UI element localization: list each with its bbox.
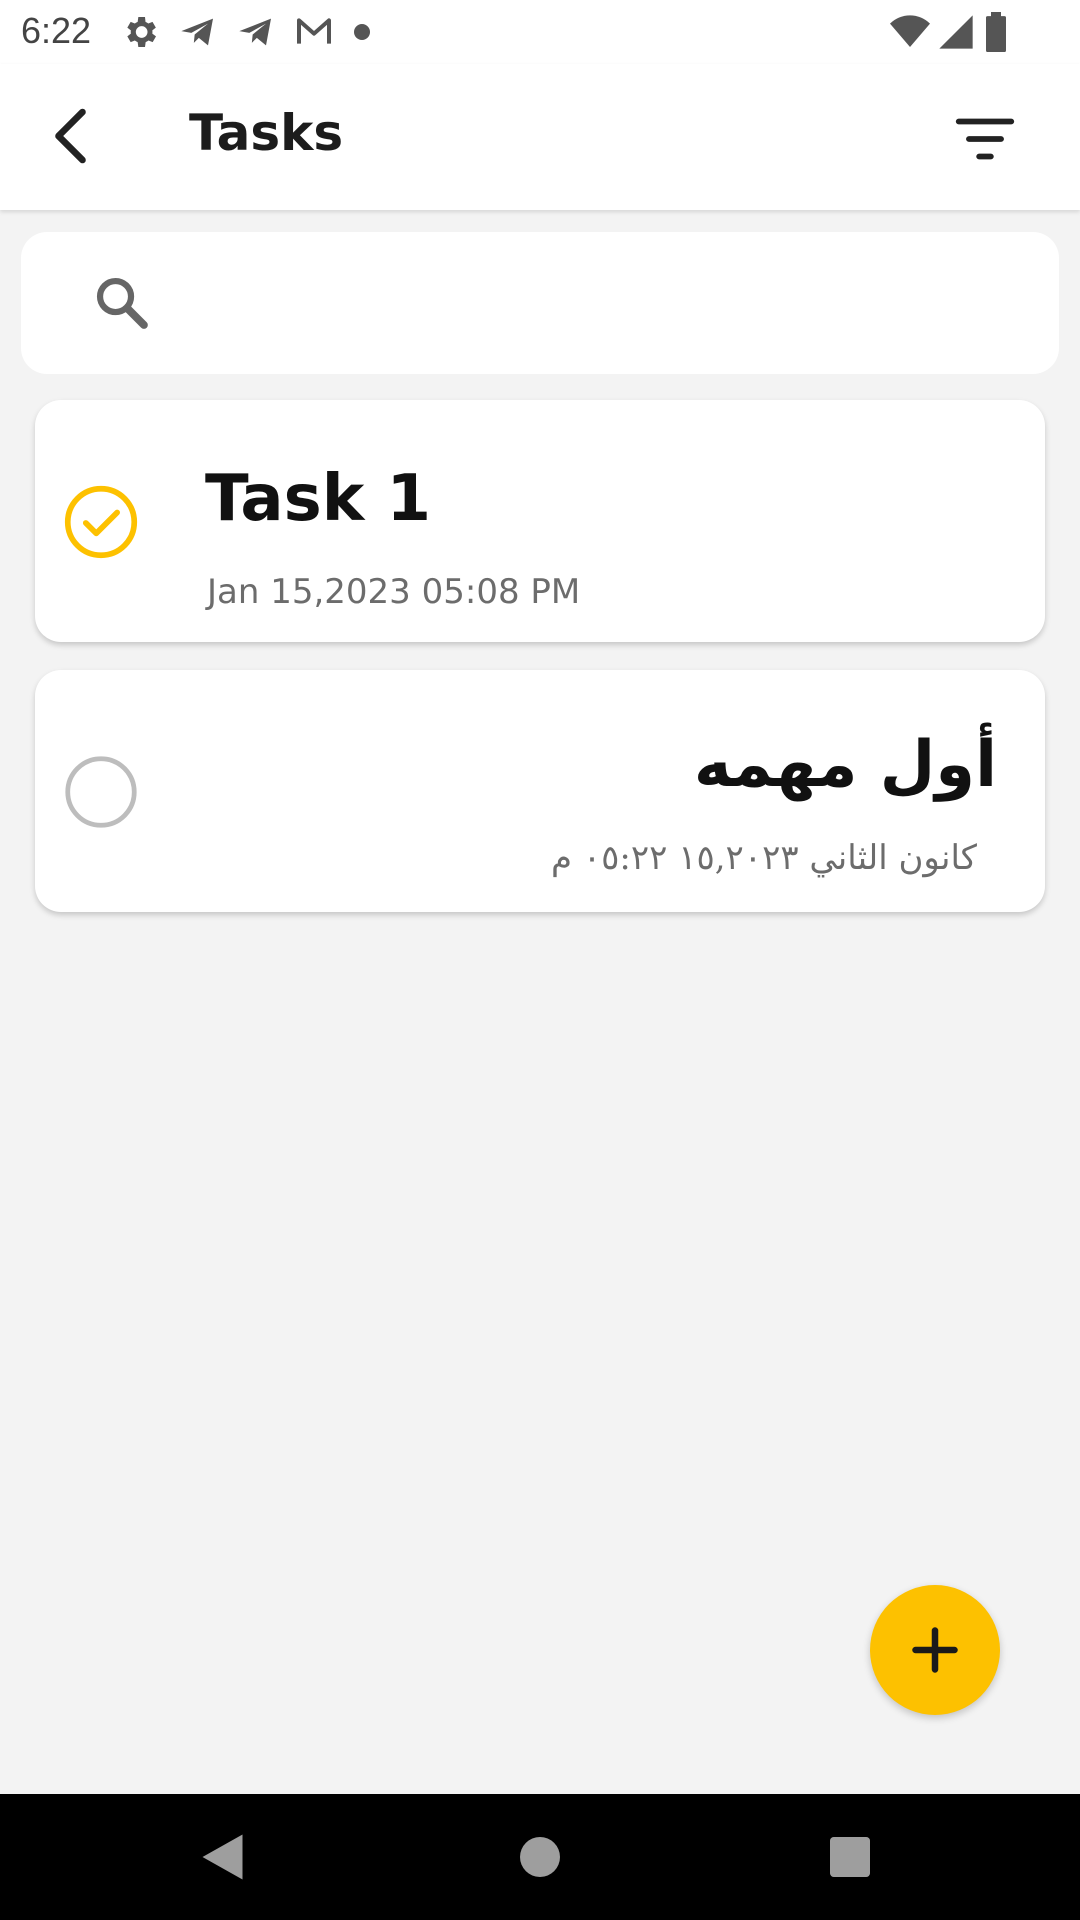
wifi-icon	[888, 12, 932, 52]
status-time: 6:22	[21, 10, 92, 51]
nav-home-button[interactable]	[510, 1827, 570, 1887]
system-nav-bar	[0, 1794, 1080, 1920]
search-input[interactable]	[181, 262, 1025, 346]
task-title: أول مهمه	[693, 728, 997, 802]
gmail-icon	[294, 12, 334, 52]
square-recents-icon	[830, 1837, 870, 1877]
task-checkbox-checked[interactable]	[63, 484, 139, 560]
search-icon	[91, 272, 153, 334]
task-card[interactable]: أول مهمه كانون الثاني ١٥,٢٠٢٣ ٠٥:٢٢ م	[35, 670, 1045, 912]
nav-back-button[interactable]	[195, 1827, 255, 1887]
chevron-left-icon	[55, 108, 86, 164]
task-date: كانون الثاني ١٥,٢٠٢٣ ٠٥:٢٢ م	[551, 838, 977, 878]
task-date: Jan 15,2023 05:08 PM	[207, 572, 581, 612]
check-circle-icon	[64, 485, 138, 559]
telegram-icon	[178, 12, 218, 52]
filter-icon	[955, 118, 1015, 160]
plus-icon	[912, 1627, 958, 1673]
search-bar[interactable]	[21, 232, 1059, 374]
status-bar: 6:22	[0, 0, 1080, 64]
telegram-icon	[236, 12, 276, 52]
cellular-icon	[936, 12, 976, 52]
dot-icon	[352, 22, 372, 42]
tasks-screen: 6:22 Tasks Task 1 Jan 15,2023 05:08 PM أ…	[0, 0, 1080, 1920]
triangle-back-icon	[202, 1834, 243, 1880]
page-title: Tasks	[189, 104, 344, 162]
task-card[interactable]: Task 1 Jan 15,2023 05:08 PM	[35, 400, 1045, 642]
add-task-button[interactable]	[870, 1585, 1000, 1715]
back-button[interactable]	[36, 100, 108, 172]
gear-icon	[120, 12, 160, 52]
filter-button[interactable]	[950, 104, 1020, 174]
task-checkbox-unchecked[interactable]	[63, 754, 139, 830]
circle-home-icon	[520, 1837, 560, 1877]
task-title: Task 1	[205, 462, 432, 536]
empty-circle-icon	[65, 756, 137, 828]
nav-recents-button[interactable]	[820, 1827, 880, 1887]
battery-icon	[982, 12, 1010, 52]
app-bar: Tasks	[0, 64, 1080, 210]
